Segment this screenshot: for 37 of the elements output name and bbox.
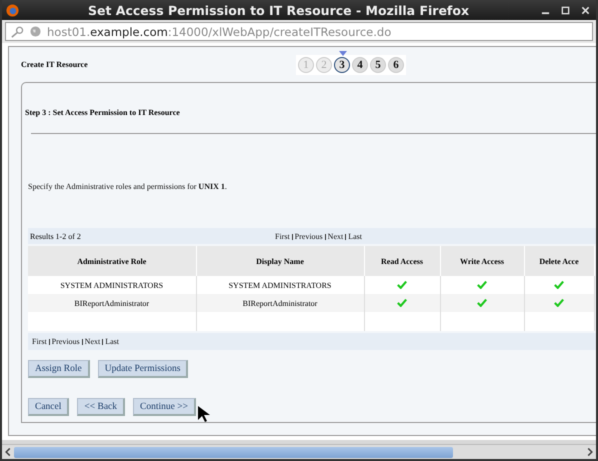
table-cell: BIReportAdministrator: [28, 294, 196, 312]
nav-button[interactable]: Continue >>: [133, 398, 196, 416]
column-header: Administrative Role: [28, 246, 196, 276]
table-cell: BIReportAdministrator: [196, 294, 364, 312]
table-cell: SYSTEM ADMINISTRATORS: [196, 276, 364, 294]
action-button[interactable]: Assign Role: [28, 360, 90, 378]
mouse-cursor-icon: [198, 406, 210, 422]
current-step-marker-icon: [339, 50, 347, 56]
wizard-step[interactable]: 3: [334, 56, 350, 72]
column-header: Read Access: [364, 246, 440, 276]
window-title: Set Access Permission to IT Resource - Mozilla Firefox: [86, 2, 470, 18]
globe-icon: [30, 26, 41, 37]
results-count: Results 1-2 of 2: [29, 232, 82, 240]
pager-link[interactable]: First: [32, 337, 47, 346]
pager-link[interactable]: Next: [84, 337, 100, 346]
wizard-title: Create IT Resource: [21, 60, 89, 69]
pager-link[interactable]: First: [275, 232, 290, 240]
step-heading: Step 3 : Set Access Permission to IT Resource: [25, 108, 181, 117]
pager-link[interactable]: Previous: [294, 232, 323, 240]
wizard-step[interactable]: 4: [352, 56, 368, 72]
column-header: Delete Acce: [524, 246, 594, 276]
table-cell: SYSTEM ADMINISTRATORS: [28, 276, 196, 294]
nav-button[interactable]: << Back: [77, 398, 126, 416]
pager-link[interactable]: Previous: [52, 337, 80, 346]
pager-link[interactable]: Last: [348, 232, 362, 240]
pager-link[interactable]: Next: [328, 232, 344, 240]
address-field[interactable]: host01.example.com:14000/xlWebApp/createITResource.do: [5, 22, 593, 41]
nav-button[interactable]: Cancel: [28, 398, 70, 416]
wizard-step[interactable]: 5: [370, 56, 386, 72]
wizard-step[interactable]: 6: [388, 56, 404, 72]
column-header: Write Access: [440, 246, 524, 276]
browser-logo-icon: [6, 4, 19, 16]
pager-link[interactable]: Last: [105, 337, 120, 346]
instructions-text: Specify the Administrative roles and permissions for UNIX 1.: [28, 182, 228, 191]
column-header: Display Name: [196, 246, 364, 276]
horizontal-scrollbar[interactable]: [2, 444, 596, 459]
action-button[interactable]: Update Permissions: [98, 360, 188, 378]
